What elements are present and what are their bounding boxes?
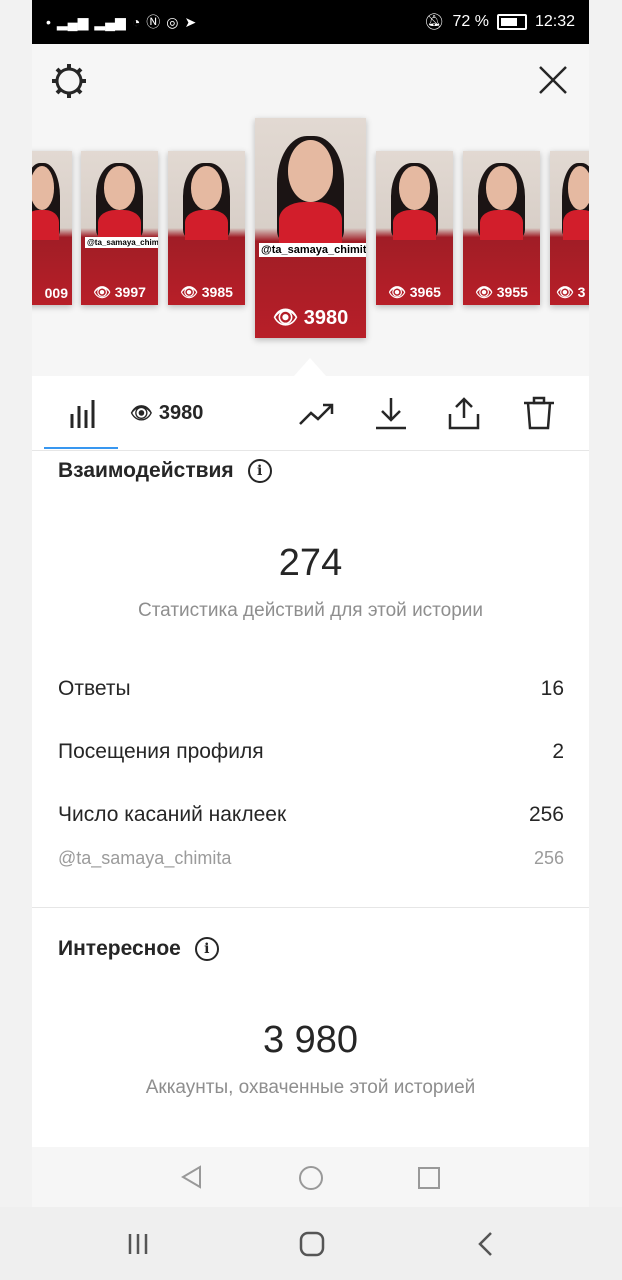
story-views: 3980 (303, 307, 349, 329)
recents-icon[interactable] (126, 1232, 150, 1256)
eye-icon: 👁︎ (475, 284, 493, 300)
signal-icon-2: ▂▄▆ (94, 13, 126, 30)
story-views: 3997 (114, 284, 146, 300)
instagram-icon: ◎ (166, 13, 179, 30)
eye-icon: 👁︎ (180, 284, 198, 300)
mute-icon: 🔕︎ (424, 14, 445, 31)
stat-label: Число касаний наклеек (58, 803, 287, 826)
story-views: 3 (577, 284, 586, 300)
selected-story-pointer (294, 358, 326, 376)
stories-header: 009 @ta_samaya_chimita 👁︎ 3997 👁︎ 3985 @… (32, 44, 589, 376)
interactions-subtitle: Статистика действий для этой истории (137, 600, 484, 621)
stat-value: 2 (552, 740, 564, 763)
clock: 12:32 (534, 13, 575, 30)
battery-percent: 72 % (452, 13, 489, 30)
views-count: 3980 (158, 401, 204, 424)
bar-chart-icon[interactable] (68, 396, 98, 430)
stat-label: Ответы (58, 677, 131, 700)
wifi-icon: ◔ (131, 14, 141, 30)
stat-row-sticker-mention: @ta_samaya_chimita 256 (58, 848, 564, 869)
story-views: 3955 (496, 284, 528, 300)
trash-icon[interactable] (522, 396, 556, 430)
system-navigation-bar (0, 1207, 622, 1280)
story-strip: 009 @ta_samaya_chimita 👁︎ 3997 👁︎ 3985 @… (32, 118, 589, 348)
active-tab-indicator (44, 447, 118, 449)
story-thumbnail[interactable]: 👁︎ 3955 (463, 151, 540, 305)
stat-row-profile-visits: Посещения профиля 2 (58, 740, 564, 764)
story-actions-bar: 👁︎ 3980 (32, 376, 589, 451)
stat-value: 256 (528, 803, 564, 826)
views-tab[interactable]: 👁︎ 3980 (130, 396, 203, 430)
close-icon[interactable] (535, 62, 571, 98)
stat-label: Посещения профиля (58, 740, 264, 763)
story-thumbnail[interactable]: 👁︎ 3965 (376, 151, 453, 305)
eye-icon: 👁︎ (93, 284, 111, 300)
gear-icon[interactable] (50, 62, 88, 100)
nfc-icon: Ⓝ (146, 14, 161, 30)
home-icon[interactable] (299, 1231, 325, 1257)
stat-value: 256 (533, 848, 564, 868)
status-bar: • ▂▄▆ ▂▄▆ ◔ Ⓝ ◎ ➤ 🔕︎ 72 % 12:32 (32, 0, 589, 44)
back-triangle-icon[interactable] (180, 1165, 204, 1189)
battery-icon (496, 14, 527, 30)
interactions-section-title: Взаимодействия i (58, 459, 272, 483)
info-icon[interactable]: i (247, 459, 272, 483)
status-right: 🔕︎ 72 % 12:32 (424, 12, 575, 32)
eye-icon: 👁︎ (388, 284, 406, 300)
inner-navigation-bar (32, 1147, 589, 1207)
eye-icon: 👁︎ (556, 284, 574, 300)
home-circle-icon[interactable] (298, 1165, 324, 1191)
stat-label: @ta_samaya_chimita (58, 848, 232, 868)
info-icon[interactable]: i (194, 937, 219, 961)
discovery-section-title: Интересное i (58, 937, 219, 961)
stat-row-replies: Ответы 16 (58, 677, 564, 701)
trend-icon[interactable] (298, 396, 336, 430)
stat-value: 16 (540, 677, 564, 700)
discovery-total: 3 980 (262, 1019, 359, 1061)
eye-icon: 👁︎ (130, 402, 153, 423)
app-frame: • ▂▄▆ ▂▄▆ ◔ Ⓝ ◎ ➤ 🔕︎ 72 % 12:32 009 @ta_… (32, 0, 589, 1207)
story-thumbnail-selected[interactable]: @ta_samaya_chimita 👁︎ 3980 (255, 118, 366, 338)
section-divider (32, 907, 589, 908)
section-heading: Интересное (58, 937, 181, 960)
story-thumbnail[interactable]: 👁︎ 3 (550, 151, 589, 305)
eye-icon: 👁︎ (272, 307, 299, 329)
download-icon[interactable] (374, 396, 408, 430)
story-handle: @ta_samaya_chimita (85, 237, 158, 249)
story-views: 3965 (409, 284, 441, 300)
story-thumbnail[interactable]: @ta_samaya_chimita 👁︎ 3997 (81, 151, 158, 305)
stat-row-sticker-taps: Число касаний наклеек 256 (58, 803, 564, 827)
status-left-icons: • ▂▄▆ ▂▄▆ ◔ Ⓝ ◎ ➤ (46, 12, 196, 32)
back-icon[interactable] (476, 1231, 496, 1257)
share-icon[interactable] (447, 396, 481, 430)
story-thumbnail[interactable]: 👁︎ 3985 (168, 151, 245, 305)
recents-square-icon[interactable] (417, 1166, 441, 1190)
interactions-total: 274 (278, 542, 343, 584)
signal-icon: ▂▄▆ (56, 13, 89, 30)
section-heading: Взаимодействия (58, 459, 234, 482)
dot-icon: • (46, 14, 51, 30)
story-views: 3985 (201, 284, 233, 300)
discovery-subtitle: Аккаунты, охваченные этой историей (145, 1077, 476, 1098)
telegram-icon: ➤ (184, 13, 197, 30)
story-handle: @ta_samaya_chimita (259, 243, 366, 258)
story-thumbnail[interactable]: 009 (32, 151, 72, 305)
story-views: 009 (44, 285, 68, 301)
